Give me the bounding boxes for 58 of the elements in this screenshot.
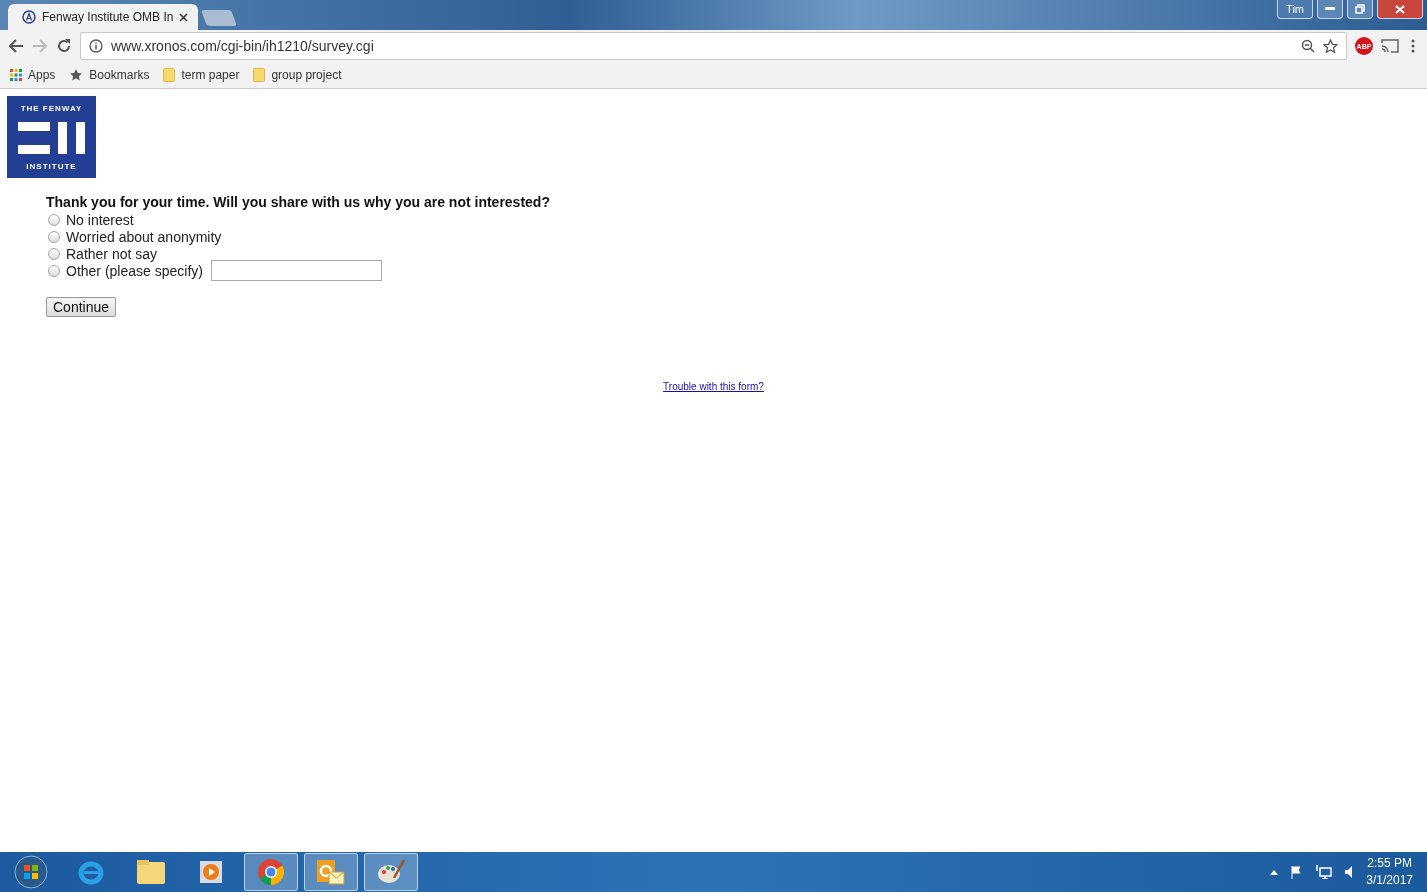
browser-tab[interactable]: Fenway Institute OMB In xyxy=(8,4,199,30)
caret-up-icon[interactable] xyxy=(1270,869,1279,875)
tab-title: Fenway Institute OMB In xyxy=(42,10,174,24)
help-link[interactable]: Trouble with this form? xyxy=(663,381,764,392)
folder-icon xyxy=(163,68,176,82)
bookmark-link[interactable]: Bookmarks xyxy=(69,68,150,82)
bookmark-link[interactable]: Apps xyxy=(10,68,56,82)
radio-option[interactable]: Rather not say xyxy=(48,245,1420,262)
cast-icon[interactable] xyxy=(1381,39,1399,53)
page-icon xyxy=(22,10,36,24)
taskbar-app[interactable] xyxy=(364,853,418,891)
taskbar-app[interactable] xyxy=(244,853,298,891)
radio-button[interactable] xyxy=(48,213,60,226)
radio-option[interactable]: Worried about anonymity xyxy=(48,228,1420,245)
minimize-icon xyxy=(1325,7,1335,11)
palette-icon xyxy=(376,858,406,886)
radio-option[interactable]: No interest xyxy=(48,211,1420,228)
logo-text: INSTITUTE xyxy=(26,162,77,171)
bookmark-link[interactable]: group project xyxy=(253,68,342,82)
network-icon[interactable] xyxy=(1316,865,1333,879)
clock[interactable]: 2:55 PM 3/1/2017 xyxy=(1366,855,1413,889)
logo-mark-icon xyxy=(17,121,86,154)
folder-icon xyxy=(136,859,166,885)
restore-icon xyxy=(1355,4,1365,14)
star-icon[interactable] xyxy=(1323,38,1338,54)
other-input-field[interactable] xyxy=(210,260,382,281)
date-text: 3/1/2017 xyxy=(1366,872,1413,889)
play-icon xyxy=(198,859,224,885)
question-text: Thank you for your time. Will you share with us why you are not interested? xyxy=(46,194,551,210)
close-icon[interactable] xyxy=(179,12,189,22)
speaker-icon[interactable] xyxy=(1344,865,1355,879)
address-bar[interactable]: www.xronos.com/cgi-bin/ih1210/survey.cgi xyxy=(80,32,1347,60)
back-icon[interactable] xyxy=(8,38,24,54)
star-icon xyxy=(69,68,84,82)
logo-text: THE FENWAY xyxy=(20,104,83,113)
continue-button[interactable]: Continue xyxy=(46,297,117,317)
url-text: www.xronos.com/cgi-bin/ih1210/survey.cgi xyxy=(111,38,375,54)
profile-button[interactable]: Tim xyxy=(1277,0,1313,19)
folder-icon xyxy=(253,68,266,82)
close-icon xyxy=(1395,4,1405,14)
info-icon xyxy=(89,39,103,53)
time-text: 2:55 PM xyxy=(1367,855,1412,872)
close-button[interactable] xyxy=(1377,0,1423,19)
browser-logo-icon xyxy=(257,858,285,886)
radio-button[interactable] xyxy=(48,230,60,243)
mail-app-icon xyxy=(316,858,346,886)
bookmark-link[interactable]: term paper xyxy=(163,68,240,82)
start-orb-icon xyxy=(14,855,48,889)
new-tab-button[interactable] xyxy=(201,10,238,26)
minimize-button[interactable] xyxy=(1317,0,1343,19)
radio-button[interactable] xyxy=(48,264,60,277)
radio-button[interactable] xyxy=(48,247,60,260)
radio-option[interactable]: Other (please specify) xyxy=(48,262,1420,279)
restore-button[interactable] xyxy=(1347,0,1373,19)
grid-icon xyxy=(10,69,22,81)
taskbar-app[interactable] xyxy=(304,853,358,891)
reload-icon[interactable] xyxy=(56,38,72,54)
zoom-out-icon[interactable] xyxy=(1301,39,1315,53)
